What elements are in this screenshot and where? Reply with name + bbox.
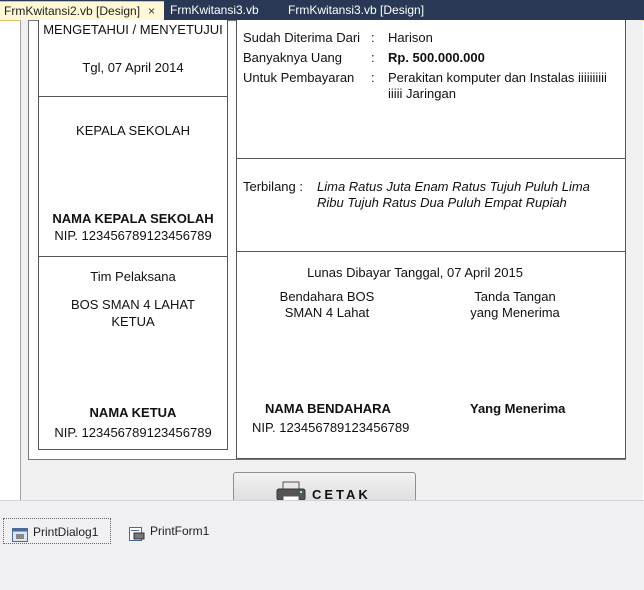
team-label: Tim Pelaksana — [90, 269, 176, 284]
in-words-label: Terbilang : — [243, 179, 303, 194]
payment-details-box[interactable]: Sudah Diterima Dari : Harison Banyaknya … — [236, 20, 626, 160]
amount-label: Banyaknya Uang — [243, 50, 343, 65]
component-tray: PrintDialog1 PrintForm1 — [0, 500, 644, 590]
amount-in-words-box[interactable]: Terbilang : Lima Ratus Juta Enam Ratus T… — [236, 158, 626, 252]
payment-for-label: Untuk Pembayaran — [243, 70, 355, 85]
tab-frmkwitansi2-design[interactable]: FrmKwitansi2.vb [Design] × — [0, 1, 164, 20]
colon: : — [371, 50, 375, 65]
colon: : — [371, 30, 375, 45]
recipient-name: Yang Menerima — [470, 401, 566, 416]
received-from-value: Harison — [388, 30, 433, 45]
chairman-nip: NIP. 123456789123456789 — [54, 425, 212, 440]
document-tab-strip: FrmKwitansi2.vb [Design] × FrmKwitansi3.… — [0, 0, 644, 20]
chairman-box[interactable]: Tim Pelaksana BOS SMAN 4 LAHAT KETUA NAM… — [38, 256, 228, 450]
tab-label: FrmKwitansi3.vb [Design] — [288, 3, 425, 17]
principal-name: NAMA KEPALA SEKOLAH — [52, 211, 214, 226]
in-words-line2: Ribu Tujuh Ratus Dua Puluh Empat Rupiah — [317, 195, 567, 210]
close-icon[interactable]: × — [148, 2, 155, 21]
amount-value: Rp. 500.000.000 — [388, 50, 485, 65]
received-from-label: Sudah Diterima Dari — [243, 30, 361, 45]
treasurer-title-line1: Bendahara BOS — [279, 289, 375, 304]
approval-box[interactable]: MENGETAHUI / MENYETUJUI Tgl, 07 April 20… — [38, 20, 228, 97]
payment-for-value-line2: iiiii Jaringan — [388, 86, 456, 101]
tab-frmkwitansi3-code[interactable]: FrmKwitansi3.vb — [170, 1, 259, 20]
tab-frmkwitansi3-design[interactable]: FrmKwitansi3.vb [Design] — [288, 1, 424, 20]
payment-for-value-line1: Perakitan komputer dan Instalas iiiiiiii… — [388, 70, 607, 85]
print-dialog-component[interactable]: PrintDialog1 — [3, 518, 111, 544]
print-form-component[interactable]: PrintForm1 — [121, 518, 221, 544]
bos-label-line1: BOS SMAN 4 LAHAT — [70, 297, 195, 312]
treasurer-nip: NIP. 123456789123456789 — [252, 420, 410, 435]
colon: : — [371, 70, 375, 85]
print-dialog-label: PrintDialog1 — [33, 525, 99, 539]
recipient-title-line1: Tanda Tangan — [474, 289, 556, 304]
approval-heading: MENGETAHUI / MENYETUJUI — [43, 22, 223, 37]
treasurer-name: NAMA BENDAHARA — [265, 401, 391, 416]
tab-label: FrmKwitansi3.vb — [170, 3, 259, 17]
principal-nip: NIP. 123456789123456789 — [54, 228, 212, 243]
paid-date: Lunas Dibayar Tanggal, 07 April 2015 — [307, 265, 523, 280]
principal-box[interactable]: KEPALA SEKOLAH NAMA KEPALA SEKOLAH NIP. … — [38, 96, 228, 257]
recipient-title-line2: yang Menerima — [470, 305, 560, 320]
bos-label-line2: KETUA — [111, 314, 155, 329]
approval-date: Tgl, 07 April 2014 — [82, 60, 184, 75]
print-dialog-icon — [12, 525, 28, 551]
chairman-name: NAMA KETUA — [89, 405, 177, 420]
print-form-label: PrintForm1 — [150, 524, 210, 538]
in-words-line1: Lima Ratus Juta Enam Ratus Tujuh Puluh L… — [317, 179, 590, 194]
print-form-icon — [129, 524, 145, 550]
principal-title: KEPALA SEKOLAH — [76, 123, 190, 138]
tab-label: FrmKwitansi2.vb [Design] — [4, 4, 141, 18]
signature-box[interactable]: Lunas Dibayar Tanggal, 07 April 2015 Ben… — [236, 251, 626, 459]
treasurer-title-line2: SMAN 4 Lahat — [284, 305, 370, 320]
